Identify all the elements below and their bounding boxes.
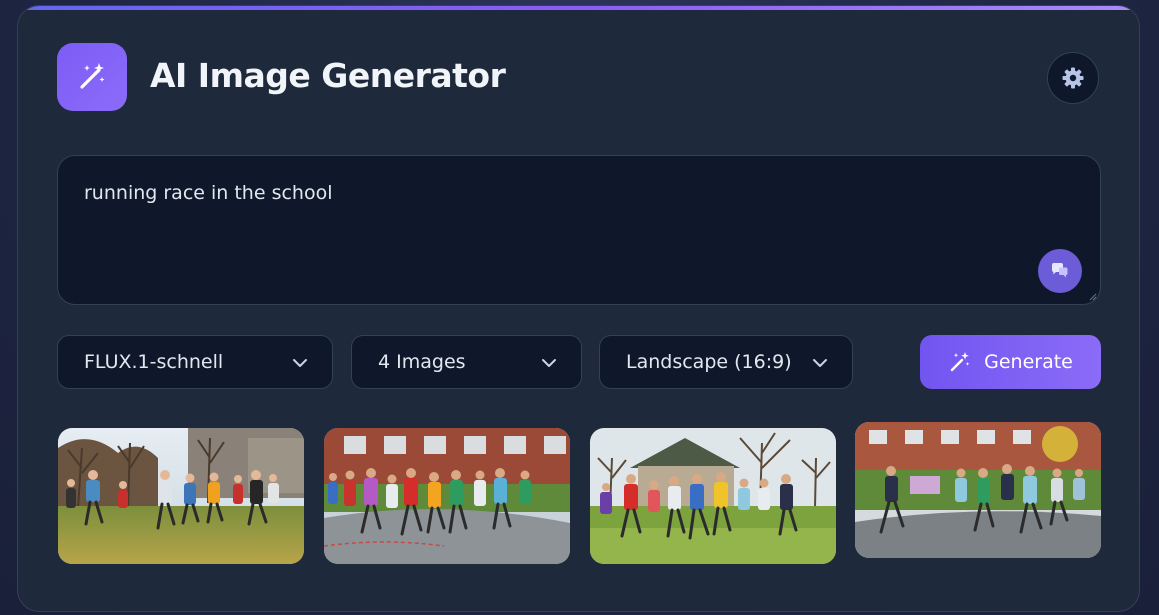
card-accent-bar [18,6,1139,10]
enhance-prompt-button[interactable] [1038,249,1082,293]
page-title: AI Image Generator [150,56,506,95]
chevron-down-icon [293,359,307,367]
aspect-ratio-value: Landscape (16:9) [626,351,792,373]
prompt-input[interactable]: running race in the school [84,182,1044,282]
image-count-select[interactable]: 4 Images [351,335,582,389]
chat-bubbles-icon [1052,263,1068,278]
magic-wand-icon [950,352,970,372]
result-image-3[interactable] [590,428,836,564]
result-image-1[interactable] [58,428,304,564]
aspect-ratio-select[interactable]: Landscape (16:9) [599,335,853,389]
result-image-2[interactable] [324,428,570,564]
chevron-down-icon [542,359,556,367]
generate-button[interactable]: Generate [920,335,1101,389]
generate-button-label: Generate [984,351,1073,373]
model-select[interactable]: FLUX.1-schnell [57,335,333,389]
app-logo [57,43,127,111]
image-count-value: 4 Images [378,351,466,373]
prompt-field: running race in the school [57,155,1101,305]
magic-wand-icon [80,63,105,89]
chevron-down-icon [813,359,827,367]
result-image-4[interactable] [855,422,1101,558]
model-select-value: FLUX.1-schnell [84,351,224,373]
resize-handle[interactable] [1089,293,1097,301]
generator-card: AI Image Generator running race in the s… [17,5,1140,612]
settings-button[interactable] [1047,52,1099,104]
gear-icon [1062,67,1084,89]
